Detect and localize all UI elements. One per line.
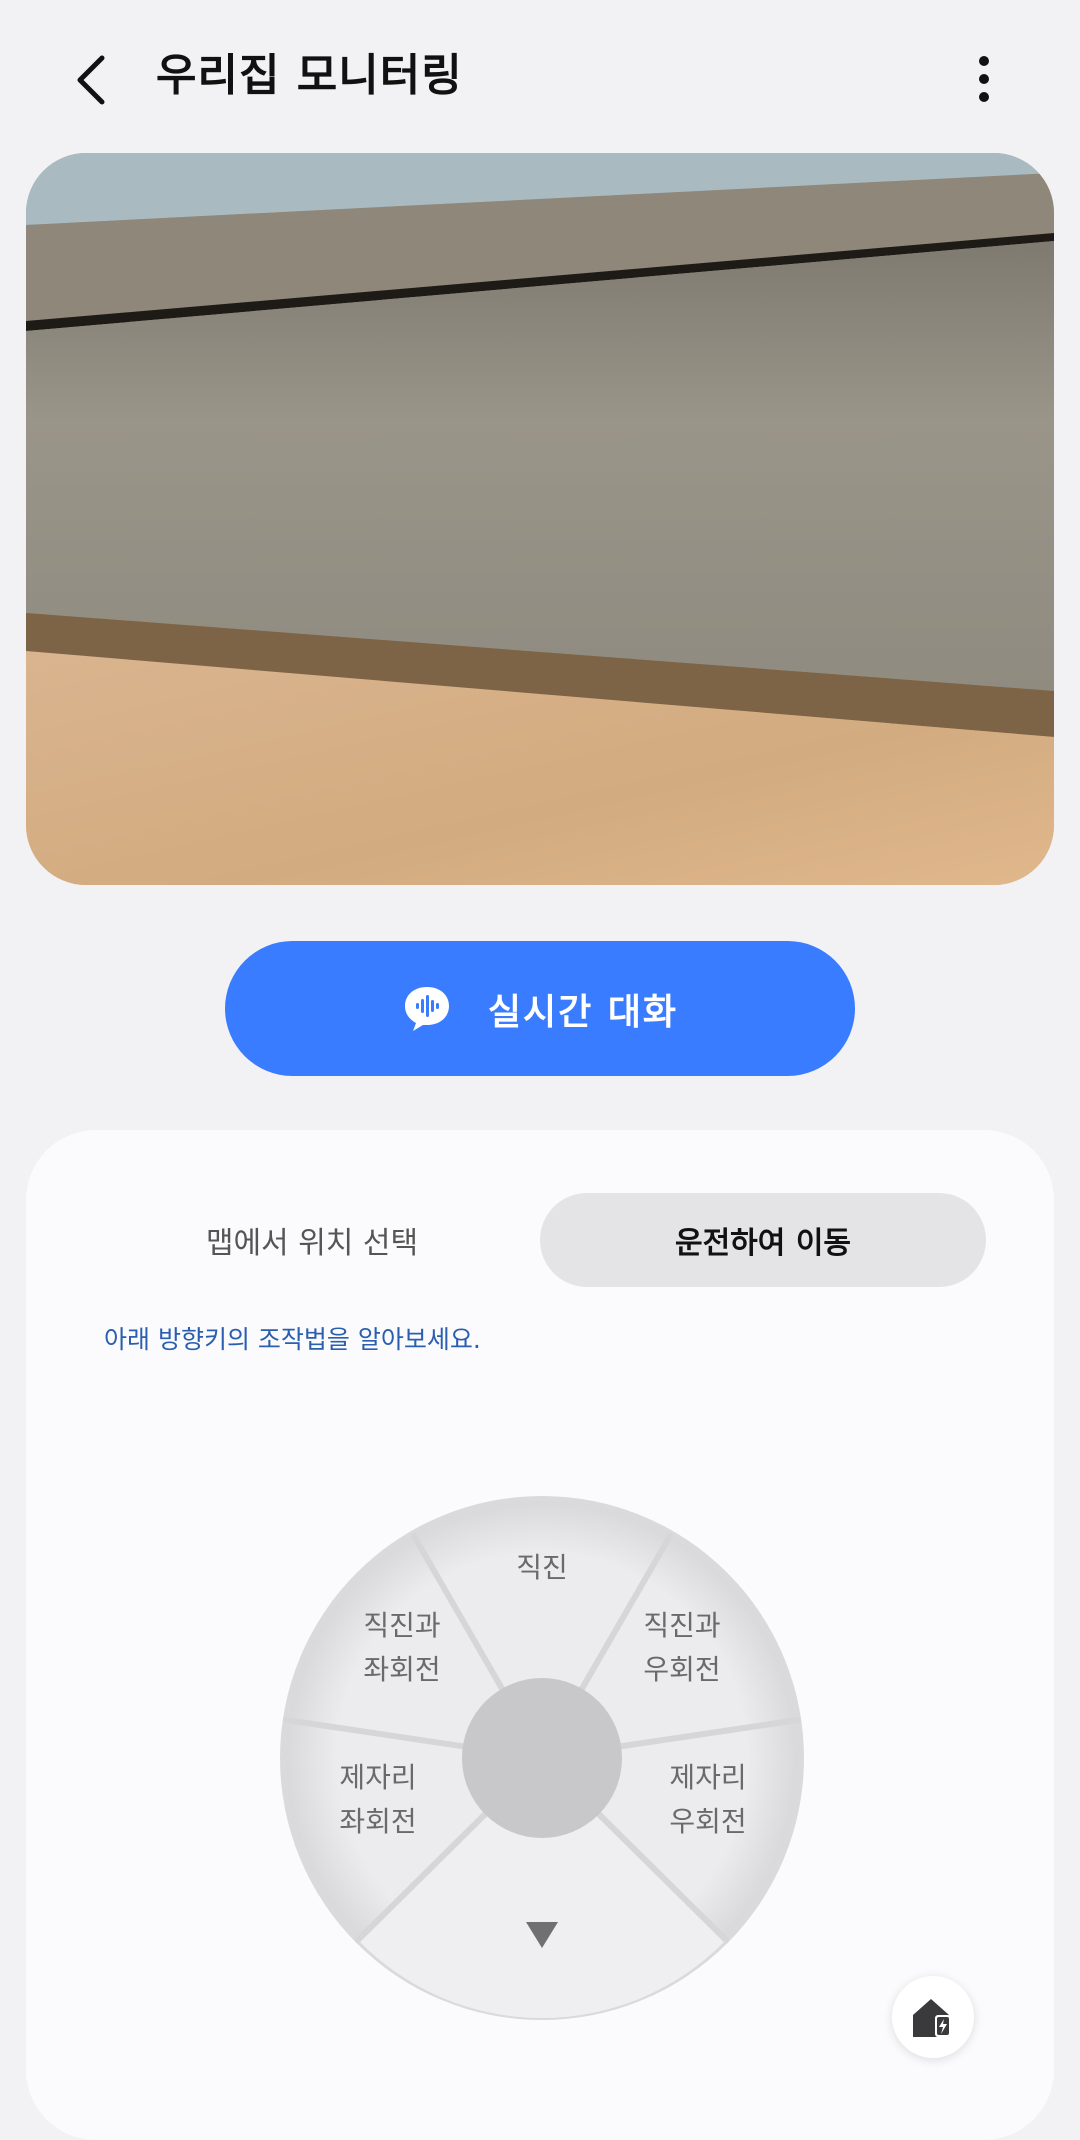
chevron-left-icon bbox=[77, 55, 105, 105]
forward-left-label-line2: 좌회전 bbox=[363, 1653, 441, 1686]
joystick-center[interactable] bbox=[462, 1678, 622, 1838]
forward-right-label-line2: 우회전 bbox=[643, 1653, 721, 1686]
spin-left-button[interactable]: 제자리 좌회전 bbox=[318, 1756, 438, 1844]
forward-right-label-line1: 직진과 bbox=[643, 1609, 721, 1642]
camera-feed-image bbox=[26, 153, 1054, 885]
tab-map-select[interactable]: 맵에서 위치 선택 bbox=[102, 1193, 522, 1287]
direction-joystick: 직진 직진과 좌회전 직진과 우회전 제자리 좌회전 제자리 우회전 bbox=[278, 1494, 806, 2022]
forward-button[interactable]: 직진 bbox=[492, 1546, 592, 1590]
forward-label: 직진 bbox=[516, 1551, 568, 1584]
spin-right-button[interactable]: 제자리 우회전 bbox=[648, 1756, 768, 1844]
app-bar: 우리집 모니터링 bbox=[0, 0, 1080, 152]
joystick-hint-link[interactable]: 아래 방향키의 조작법을 알아보세요. bbox=[104, 1320, 481, 1356]
forward-left-label-line1: 직진과 bbox=[363, 1609, 441, 1642]
tab-drive-move[interactable]: 운전하여 이동 bbox=[540, 1193, 986, 1287]
spin-left-label-line1: 제자리 bbox=[339, 1761, 417, 1794]
voice-chat-bubble-icon bbox=[404, 986, 449, 1031]
more-options-button[interactable] bbox=[960, 44, 1008, 116]
home-battery-icon bbox=[913, 1999, 951, 2037]
spin-right-label-line2: 우회전 bbox=[669, 1805, 747, 1838]
control-panel: 맵에서 위치 선택 운전하여 이동 아래 방향키의 조작법을 알아보세요. 직진… bbox=[26, 1130, 1054, 2140]
page-title: 우리집 모니터링 bbox=[156, 50, 463, 101]
camera-live-view[interactable] bbox=[26, 153, 1054, 885]
forward-right-button[interactable]: 직진과 우회전 bbox=[622, 1604, 742, 1692]
spin-left-label-line2: 좌회전 bbox=[339, 1805, 417, 1838]
home-charge-button[interactable] bbox=[892, 1976, 974, 2058]
spin-right-label-line1: 제자리 bbox=[669, 1761, 747, 1794]
live-talk-label: 실시간 대화 bbox=[487, 991, 679, 1033]
forward-left-button[interactable]: 직진과 좌회전 bbox=[342, 1604, 462, 1692]
live-talk-button[interactable]: 실시간 대화 bbox=[225, 941, 855, 1076]
more-vertical-icon bbox=[979, 56, 989, 102]
back-button[interactable] bbox=[60, 40, 124, 120]
